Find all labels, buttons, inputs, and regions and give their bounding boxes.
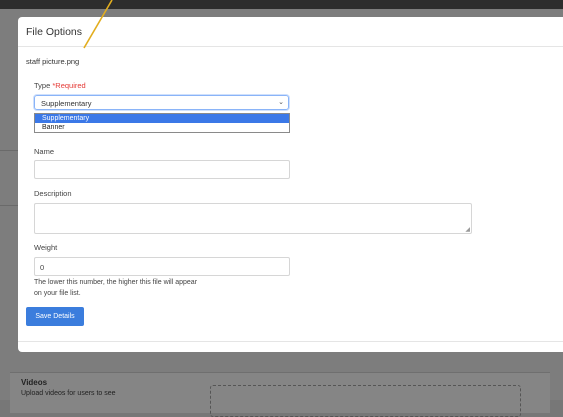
annotation-line bbox=[83, 0, 113, 49]
annotation-pointer-line bbox=[83, 0, 113, 49]
